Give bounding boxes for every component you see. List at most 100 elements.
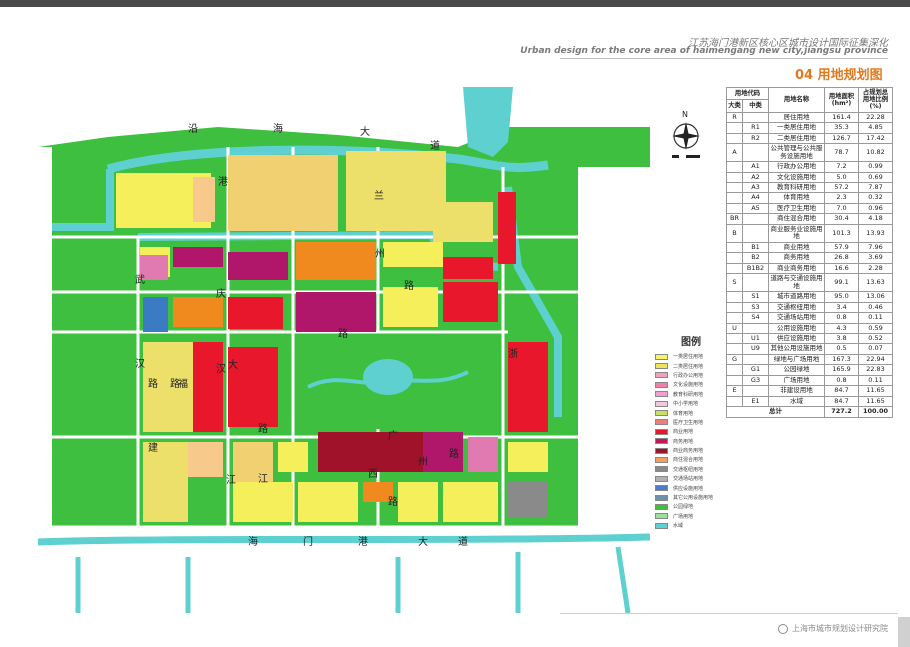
parcel-c-w1 [193, 342, 223, 432]
table-cell-name: 城市道路用地 [768, 291, 825, 303]
page: 江苏海门港新区核心区城市设计国际征集深化 Urban design for th… [0, 0, 910, 647]
table-cell-major: S [726, 273, 743, 293]
table-cell-name: 二类居住用地 [768, 132, 825, 145]
table-cell-medium: R1 [742, 122, 769, 134]
table-row: S3 交通枢纽用地 3.4 0.46 [726, 301, 893, 314]
road-label: 江 [258, 473, 268, 485]
table-row: R 居住用地 161.4 22.28 [726, 111, 893, 124]
road-label: 海 [248, 535, 258, 548]
table-row: U 公用设施用地 4.3 0.59 [726, 322, 893, 335]
legend-label: 其它公用设施用地 [673, 495, 714, 502]
legend-label: 二类居住用地 [673, 363, 704, 370]
th-medium: 中类 [742, 99, 769, 113]
table-cell-area: 5.0 [824, 171, 859, 184]
table-cell-medium: G3 [742, 374, 769, 387]
table-cell-name: 教育科研用地 [768, 181, 825, 194]
parcel-r-s3 [398, 482, 438, 522]
parcel-r-2 [383, 242, 443, 267]
table-cell-area: 165.9 [824, 364, 859, 376]
table-cell-area: 2.3 [824, 192, 859, 204]
table-cell-ratio: 7.87 [858, 181, 893, 194]
table-cell-major: A [726, 143, 743, 163]
table-row: A1 行政办公用地 7.2 0.99 [726, 161, 893, 173]
legend-label: 文化设施用地 [673, 382, 704, 389]
parcel-c-3 [443, 282, 498, 322]
parcel-r-c2 [278, 442, 308, 472]
legend-label: 医疗卫生用地 [673, 419, 704, 426]
legend-swatch [655, 485, 668, 492]
road-label: 门 [303, 535, 313, 548]
table-cell-name: 公园绿地 [768, 364, 825, 376]
table-cell-area: 4.3 [824, 322, 859, 335]
legend-item: 二类居住用地 [655, 361, 725, 370]
legend-label: 一类居住用地 [673, 354, 704, 361]
legend-item: 商业商务用地 [655, 446, 725, 455]
table-cell-major [726, 171, 743, 184]
table-cell-medium [742, 111, 769, 124]
table-cell-medium: U9 [742, 343, 769, 355]
road-label: 汉 [216, 363, 226, 375]
legend-item: 中小学用地 [655, 399, 725, 408]
table-row: A4 体育用地 2.3 0.32 [726, 192, 893, 204]
table-row: B1B2 商业商务用地 16.6 2.28 [726, 262, 893, 275]
table-cell-name: 公用设施用地 [768, 322, 825, 335]
land-use-map-svg: 沿海大道港兰州路武汉路 福建路大庆路广州路江西路海门港大道汉江路浙 [38, 87, 650, 613]
legend-item: 公园绿地 [655, 502, 725, 511]
table-cell-major: E [726, 385, 743, 397]
parcel-mix-nw [193, 177, 215, 222]
table-cell-medium: A2 [742, 171, 769, 184]
legend-item: 一类居住用地 [655, 352, 725, 361]
table-cell-major: U [726, 322, 743, 335]
table-cell-name: 商业用地 [768, 241, 825, 254]
table-cell-name: 非建设用地 [768, 385, 825, 397]
parcel-edu-1 [143, 297, 168, 332]
table-row: G1 公园绿地 165.9 22.83 [726, 364, 893, 376]
table-cell-area: 57.9 [824, 241, 859, 254]
table-row: R1 一类居住用地 35.3 4.85 [726, 122, 893, 134]
table-cell-medium: A4 [742, 192, 769, 204]
table-cell-medium: B1 [742, 241, 769, 254]
table-cell-ratio: 13.63 [858, 273, 893, 293]
table-cell-medium: S1 [742, 291, 769, 303]
road-label: 建 [148, 441, 158, 454]
parcel-b-1 [173, 247, 223, 267]
parcel-res-ne [346, 151, 446, 231]
table-cell-name: 商业商务用地 [768, 262, 825, 275]
th-ratio: 占规划总用地比例(%) [858, 87, 893, 113]
table-cell-name: 水域 [768, 395, 825, 408]
th-area: 用地面积(hm²) [824, 87, 859, 113]
table-cell-medium: A5 [742, 202, 769, 215]
legend-item: 广场用地 [655, 512, 725, 521]
parcel-r-e1 [508, 442, 548, 472]
road-label: 浙 [508, 348, 518, 360]
table-total-label: 总计 [726, 406, 825, 418]
table-cell-medium: E1 [742, 395, 769, 408]
table-header-row-1: 用地代码 用地名称 用地面积(hm²) 占规划总用地比例(%) [726, 86, 893, 113]
parcel-pub-c1 [468, 437, 498, 472]
table-cell-medium [742, 143, 769, 163]
road-label: 路 [170, 377, 180, 390]
table-cell-ratio: 13.06 [858, 291, 893, 303]
table-cell-ratio: 4.85 [858, 122, 893, 134]
legend-swatch [655, 522, 668, 529]
table-cell-ratio: 2.28 [858, 262, 893, 275]
legend-label: 水域 [673, 523, 684, 530]
legend-swatch [655, 391, 668, 398]
table-row: A5 医疗卫生用地 7.0 0.96 [726, 202, 893, 215]
table-cell-ratio: 0.69 [858, 171, 893, 184]
table-cell-name: 文化设施用地 [768, 171, 825, 184]
road-label: 大 [228, 358, 238, 371]
legend-item: 医疗卫生用地 [655, 418, 725, 427]
table-cell-major [726, 301, 743, 314]
table-row: G 绿地与广场用地 167.3 22.94 [726, 353, 893, 366]
table-cell-area: 57.2 [824, 181, 859, 194]
legend-title: 图例 [681, 337, 701, 348]
road-label: 路 [338, 327, 348, 340]
north-label: N [682, 110, 688, 119]
table-cell-name: 医疗卫生用地 [768, 202, 825, 215]
parcel-res-north [228, 155, 338, 231]
table-cell-medium [742, 223, 769, 243]
table-row: BR 商住混合用地 30.4 4.18 [726, 213, 893, 225]
footer-rule [560, 613, 898, 614]
table-cell-area: 0.5 [824, 343, 859, 355]
